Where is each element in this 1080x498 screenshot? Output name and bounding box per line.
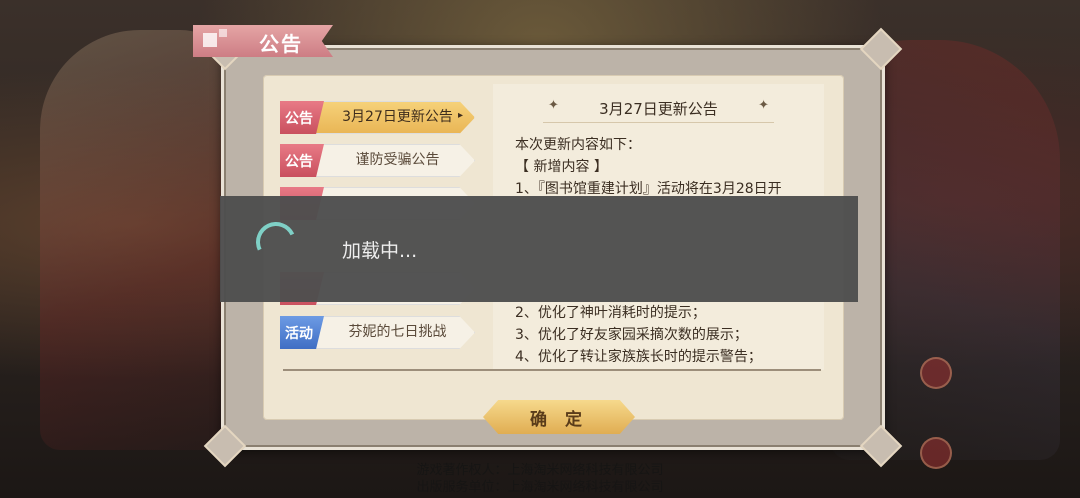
loading-text: 加载中... bbox=[342, 240, 418, 262]
tab-label: 芬妮的七日挑战 bbox=[348, 324, 447, 340]
list-divider bbox=[283, 369, 821, 371]
tab-label: 谨防受骗公告 bbox=[355, 152, 440, 168]
title-decoration-icon bbox=[219, 29, 227, 37]
confirm-label: 确 定 bbox=[530, 409, 588, 430]
dialog-title: 公告 bbox=[259, 32, 303, 56]
tab-anti-fraud-notice[interactable]: 公告 谨防受骗公告 bbox=[280, 144, 475, 177]
loading-toast: 加载中... bbox=[220, 196, 858, 302]
tab-announcement-0327[interactable]: 公告 3月27日更新公告 ▸ bbox=[280, 101, 475, 134]
tab-seven-day-challenge[interactable]: 活动 芬妮的七日挑战 bbox=[280, 316, 475, 349]
sparkle-icon: ✦ bbox=[758, 98, 769, 113]
footer-publisher-line: 出版服务单位：上海淘米网络科技有限公司 bbox=[416, 479, 664, 494]
background-character-left bbox=[40, 30, 240, 450]
chevron-right-icon: ▸ bbox=[457, 110, 463, 121]
dialog-title-tab: 公告 bbox=[193, 25, 333, 57]
tab-label: 3月27日更新公告 bbox=[342, 109, 453, 125]
body-line: 4、优化了转让家族族长时的提示警告； bbox=[515, 349, 762, 365]
title-decoration-icon bbox=[203, 33, 217, 47]
side-menu-button[interactable] bbox=[920, 357, 952, 389]
loading-spinner-icon bbox=[250, 216, 302, 268]
body-line: 【 新增内容 】 bbox=[515, 159, 608, 175]
title-divider bbox=[543, 122, 774, 123]
body-line: 2、优化了神叶消耗时的提示； bbox=[515, 305, 706, 321]
body-line: 3、优化了好友家园采摘次数的展示； bbox=[515, 327, 748, 343]
body-line: 本次更新内容如下： bbox=[515, 137, 641, 153]
confirm-button[interactable]: 确 定 bbox=[483, 400, 635, 434]
announcement-body: 本次更新内容如下： 【 新增内容 】 1、『图书馆重建计划』活动将在3月28日开… bbox=[515, 134, 814, 365]
announcement-title: 3月27日更新公告 bbox=[599, 100, 718, 118]
